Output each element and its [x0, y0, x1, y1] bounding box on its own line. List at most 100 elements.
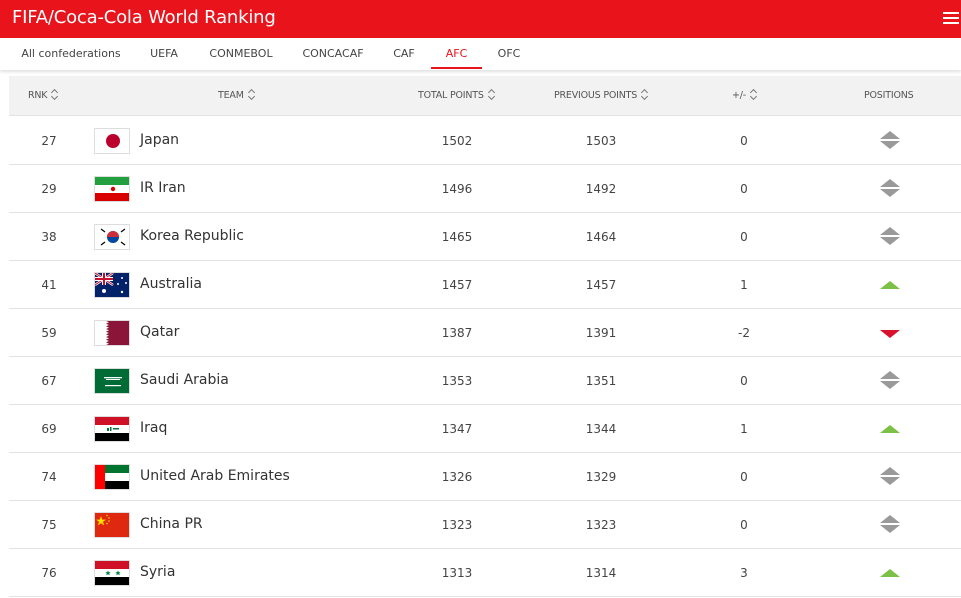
- column-header-total-points-label: TOTAL POINTS: [418, 90, 484, 101]
- team-name-link[interactable]: Iraq: [140, 405, 290, 452]
- previous-points-cell: 1492: [585, 181, 617, 196]
- team-name-link[interactable]: China PR: [140, 501, 290, 548]
- table-row[interactable]: 27 Japan 1502 1503 0: [9, 117, 961, 165]
- total-points-cell: 1353: [441, 373, 473, 388]
- diff-cell: 1: [740, 421, 748, 436]
- flag-cell: [94, 549, 130, 596]
- total-points-cell: 1323: [441, 517, 473, 532]
- column-header-total-points[interactable]: TOTAL POINTS: [418, 76, 495, 116]
- no-change-icon: [880, 370, 900, 392]
- flag-cell: [94, 117, 130, 164]
- arrow-up-icon: [880, 418, 900, 440]
- previous-points-cell: 1344: [585, 421, 617, 436]
- australia-flag: [94, 271, 130, 298]
- total-points-cell: 1496: [441, 181, 473, 196]
- position-cell: [875, 117, 905, 164]
- page-title: FIFA/Coca-Cola World Ranking: [12, 7, 276, 28]
- team-name-link[interactable]: IR Iran: [140, 165, 290, 212]
- diff-cell: 1: [740, 277, 748, 292]
- arrow-up-icon: [880, 562, 900, 584]
- saudi-arabia-flag: [94, 367, 130, 394]
- no-change-icon: [880, 466, 900, 488]
- tab-afc[interactable]: AFC: [431, 38, 482, 69]
- previous-points-cell: 1457: [585, 277, 617, 292]
- position-cell: [875, 309, 905, 356]
- column-header-team[interactable]: TEAM: [218, 76, 255, 116]
- team-name-link[interactable]: Saudi Arabia: [140, 357, 290, 404]
- flag-cell: [94, 501, 130, 548]
- syria-flag: [94, 559, 130, 586]
- team-name-link[interactable]: United Arab Emirates: [140, 453, 290, 500]
- rank-cell: 67: [41, 373, 57, 388]
- position-cell: [875, 165, 905, 212]
- position-cell: [875, 501, 905, 548]
- flag-cell: [94, 309, 130, 356]
- team-name-link[interactable]: Korea Republic: [140, 213, 290, 260]
- tab-concacaf[interactable]: CONCACAF: [294, 38, 372, 69]
- total-points-cell: 1387: [441, 325, 473, 340]
- table-header: RNK TEAM TOTAL POINTS PREVIOUS POINTS +/…: [9, 76, 961, 116]
- team-name-link[interactable]: Japan: [140, 117, 290, 164]
- team-name-link[interactable]: Syria: [140, 549, 290, 596]
- sort-icon: [641, 89, 648, 100]
- table-row[interactable]: 76 Syria 1313 1314 3: [9, 549, 961, 597]
- tab-uefa[interactable]: UEFA: [142, 38, 186, 69]
- rank-cell: 75: [41, 517, 57, 532]
- tab-conmebol[interactable]: CONMEBOL: [201, 38, 281, 69]
- header-bar: FIFA/Coca-Cola World Ranking: [0, 0, 961, 38]
- no-change-icon: [880, 514, 900, 536]
- column-header-previous-points[interactable]: PREVIOUS POINTS: [554, 76, 648, 116]
- sort-icon: [488, 89, 495, 100]
- rank-cell: 69: [41, 421, 57, 436]
- total-points-cell: 1465: [441, 229, 473, 244]
- uae-flag: [94, 463, 130, 490]
- diff-cell: 3: [740, 565, 748, 580]
- table-row[interactable]: 74 United Arab Emirates 1326 1329 0: [9, 453, 961, 501]
- column-header-rank[interactable]: RNK: [28, 76, 58, 116]
- rank-cell: 59: [41, 325, 57, 340]
- rank-cell: 27: [41, 133, 57, 148]
- previous-points-cell: 1391: [585, 325, 617, 340]
- team-name-link[interactable]: Qatar: [140, 309, 290, 356]
- position-cell: [875, 213, 905, 260]
- korea-republic-flag: [94, 223, 130, 250]
- position-cell: [875, 261, 905, 308]
- rank-cell: 29: [41, 181, 57, 196]
- table-row[interactable]: 38 Korea Republic 1465 1464 0: [9, 213, 961, 261]
- no-change-icon: [880, 178, 900, 200]
- table-row[interactable]: 67 Saudi Arabia 1353 1351 0: [9, 357, 961, 405]
- table-row[interactable]: 75 China PR 1323 1323 0: [9, 501, 961, 549]
- total-points-cell: 1347: [441, 421, 473, 436]
- arrow-down-icon: [880, 322, 900, 344]
- team-name-link[interactable]: Australia: [140, 261, 290, 308]
- position-cell: [875, 405, 905, 452]
- qatar-flag: [94, 319, 130, 346]
- flag-cell: [94, 261, 130, 308]
- tab-caf[interactable]: CAF: [384, 38, 424, 69]
- rank-cell: 38: [41, 229, 57, 244]
- china-flag: [94, 511, 130, 538]
- column-header-previous-points-label: PREVIOUS POINTS: [554, 90, 638, 101]
- position-cell: [875, 453, 905, 500]
- column-header-rank-label: RNK: [28, 90, 48, 101]
- tab-ofc[interactable]: OFC: [490, 38, 528, 69]
- column-header-team-label: TEAM: [218, 90, 244, 101]
- previous-points-cell: 1314: [585, 565, 617, 580]
- table-row[interactable]: 59 Qatar 1387 1391 -2: [9, 309, 961, 357]
- flag-cell: [94, 165, 130, 212]
- tab-all-confederations[interactable]: All confederations: [12, 38, 130, 69]
- sort-icon: [248, 89, 255, 100]
- diff-cell: 0: [740, 469, 748, 484]
- position-cell: [875, 549, 905, 596]
- confederation-tabs: All confederations UEFA CONMEBOL CONCACA…: [0, 38, 961, 70]
- flag-cell: [94, 405, 130, 452]
- hamburger-icon[interactable]: [943, 12, 959, 25]
- table-row[interactable]: 69 Iraq 1347 1344 1: [9, 405, 961, 453]
- previous-points-cell: 1351: [585, 373, 617, 388]
- diff-cell: 0: [740, 373, 748, 388]
- table-row[interactable]: 29 IR Iran 1496 1492 0: [9, 165, 961, 213]
- column-header-diff-label: +/-: [732, 90, 746, 101]
- table-row[interactable]: 41 Australia 1457 1457 1: [9, 261, 961, 309]
- column-header-diff[interactable]: +/-: [732, 76, 757, 116]
- sort-icon: [51, 89, 58, 100]
